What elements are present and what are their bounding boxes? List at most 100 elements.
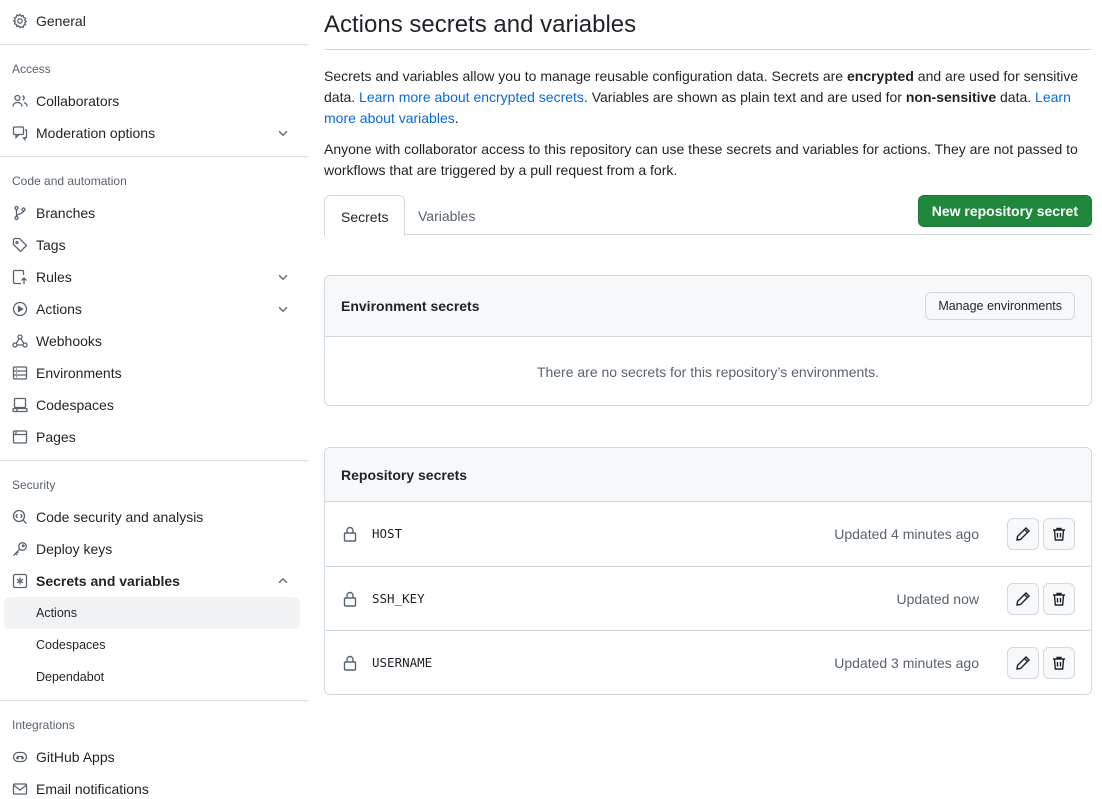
tab-variables[interactable]: Variables: [402, 195, 491, 235]
mail-icon: [12, 781, 28, 797]
sidebar-item-actions[interactable]: Actions: [0, 293, 308, 325]
sidebar-item-code-security[interactable]: Code security and analysis: [0, 501, 308, 533]
sidebar-divider: [0, 460, 308, 461]
secret-name: SSH_KEY: [372, 591, 425, 606]
asterisk-box-icon: [12, 573, 28, 589]
sidebar-item-rules[interactable]: Rules: [0, 261, 308, 293]
new-repository-secret-button[interactable]: New repository secret: [917, 195, 1092, 227]
sidebar-item-label: Code security and analysis: [36, 509, 204, 525]
sidebar-divider: [0, 44, 308, 45]
secret-updated: Updated now: [896, 591, 979, 607]
sidebar-item-tags[interactable]: Tags: [0, 229, 308, 261]
environment-secrets-title: Environment secrets: [341, 298, 480, 314]
sidebar-item-label: Collaborators: [36, 93, 120, 109]
sidebar-item-label: Rules: [36, 269, 72, 285]
pencil-icon: [1016, 656, 1030, 670]
secret-updated: Updated 4 minutes ago: [834, 526, 979, 542]
secret-row: HOST Updated 4 minutes ago: [325, 502, 1091, 566]
browser-icon: [12, 429, 28, 445]
delete-secret-button[interactable]: [1043, 518, 1075, 550]
edit-secret-button[interactable]: [1007, 518, 1039, 550]
group-heading-access: Access: [12, 62, 51, 76]
sidebar-item-secrets-variables[interactable]: Secrets and variables: [0, 565, 308, 597]
sidebar-item-label: Branches: [36, 205, 96, 221]
secret-name: USERNAME: [372, 655, 433, 670]
group-heading-security: Security: [12, 478, 56, 492]
webhook-icon: [12, 333, 28, 349]
sidebar-item-pages[interactable]: Pages: [0, 421, 308, 453]
description-bold-encrypted: encrypted: [846, 68, 914, 84]
git-branch-icon: [12, 205, 28, 221]
sidebar-item-environments[interactable]: Environments: [0, 357, 308, 389]
sidebar-item-label: Actions: [36, 301, 82, 317]
chevron-up-icon: [278, 577, 288, 584]
people-icon: [12, 93, 28, 109]
tabs-row: Secrets Variables New repository secret: [324, 195, 1092, 236]
lock-icon: [343, 591, 357, 607]
sidebar-item-label: Moderation options: [36, 125, 156, 141]
settings-sidebar: General Access Collaborators Moderation …: [0, 0, 308, 799]
lock-icon: [343, 526, 357, 542]
sidebar-item-codespaces[interactable]: Codespaces: [0, 389, 308, 421]
edit-secret-button[interactable]: [1007, 583, 1039, 615]
delete-secret-button[interactable]: [1043, 583, 1075, 615]
trash-icon: [1053, 656, 1065, 670]
sidebar-subitem-codespaces[interactable]: Codespaces: [4, 629, 300, 661]
chevron-down-icon: [278, 130, 288, 137]
sidebar-item-branches[interactable]: Branches: [0, 197, 308, 229]
sidebar-item-label: General: [36, 13, 86, 29]
chevron-down-icon: [278, 306, 288, 313]
sidebar-item-deploy-keys[interactable]: Deploy keys: [0, 533, 308, 565]
description-text: data.: [996, 89, 1036, 105]
learn-more-secrets-link[interactable]: Learn more about encrypted secrets: [359, 89, 584, 105]
edit-secret-button[interactable]: [1007, 647, 1039, 679]
sidebar-item-label: Webhooks: [36, 333, 102, 349]
sidebar-item-collaborators[interactable]: Collaborators: [0, 85, 308, 117]
sidebar-item-label: Tags: [36, 237, 66, 253]
repository-secrets-title: Repository secrets: [341, 466, 468, 483]
sidebar-item-email-notifications[interactable]: Email notifications: [0, 773, 308, 799]
group-heading-code: Code and automation: [12, 174, 127, 188]
description-paragraph: Secrets and variables allow you to manag…: [324, 66, 1092, 129]
sidebar-divider: [0, 156, 308, 157]
title-divider: [324, 49, 1092, 50]
sidebar-item-moderation[interactable]: Moderation options: [0, 117, 308, 149]
sidebar-item-label: Email notifications: [36, 781, 149, 797]
trash-icon: [1053, 527, 1065, 541]
server-icon: [12, 365, 28, 381]
group-heading-integrations: Integrations: [12, 718, 75, 732]
pencil-icon: [1016, 527, 1030, 541]
pencil-icon: [1016, 592, 1030, 606]
secret-updated: Updated 3 minutes ago: [834, 655, 979, 671]
sidebar-subitem-actions[interactable]: Actions: [4, 597, 300, 629]
hubot-icon: [12, 749, 28, 765]
trash-icon: [1053, 592, 1065, 606]
environment-secrets-box: Environment secrets Manage environments …: [324, 275, 1092, 406]
delete-secret-button[interactable]: [1043, 647, 1075, 679]
repo-push-icon: [12, 269, 28, 285]
tab-secrets[interactable]: Secrets: [324, 195, 406, 236]
secret-list: HOST Updated 4 minutes ago SSH_KEY Updat…: [325, 502, 1091, 694]
play-icon: [12, 301, 28, 317]
sidebar-item-webhooks[interactable]: Webhooks: [0, 325, 308, 357]
codescan-icon: [12, 509, 28, 525]
sidebar-item-label: Pages: [36, 429, 76, 445]
secret-row: USERNAME Updated 3 minutes ago: [325, 630, 1091, 694]
environment-secrets-empty-message: There are no secrets for this repository…: [536, 363, 880, 380]
manage-environments-button[interactable]: Manage environments: [925, 292, 1075, 320]
secret-row: SSH_KEY Updated now: [325, 566, 1091, 630]
description-text: . Variables are shown as plain text and …: [583, 89, 906, 105]
sidebar-item-label: GitHub Apps: [36, 749, 115, 765]
sidebar-item-label: Codespaces: [36, 397, 114, 413]
sidebar-subitem-dependabot[interactable]: Dependabot: [4, 661, 300, 693]
codespaces-icon: [12, 397, 28, 413]
lock-icon: [343, 655, 357, 671]
key-icon: [12, 541, 28, 557]
sidebar-item-github-apps[interactable]: GitHub Apps: [0, 741, 308, 773]
collaborator-note: Anyone with collaborator access to this …: [324, 141, 1078, 178]
main-content: Actions secrets and variables Secrets an…: [324, 0, 1092, 695]
tag-icon: [12, 237, 28, 253]
description-text: Secrets and variables allow you to manag…: [324, 68, 847, 84]
comment-discussion-icon: [12, 125, 28, 141]
sidebar-item-general[interactable]: General: [0, 5, 308, 37]
